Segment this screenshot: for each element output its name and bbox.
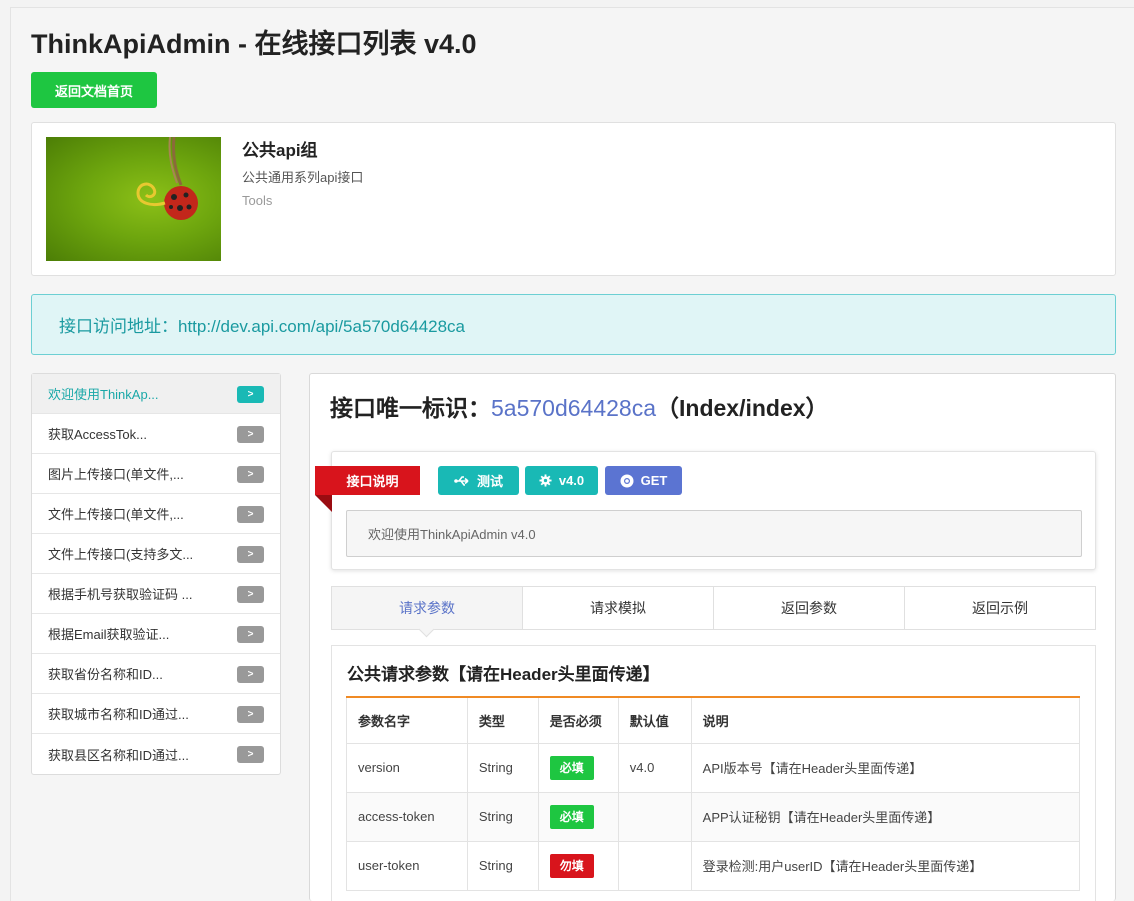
sidebar-item-label: 获取AccessTok... (48, 427, 147, 442)
param-required-cell: 勿填 (537, 840, 619, 891)
chevron-right-icon: > (237, 426, 264, 443)
chevron-right-icon: > (237, 586, 264, 603)
sidebar-item-label: 文件上传接口(单文件,... (48, 507, 184, 522)
param-name: user-token (346, 840, 468, 891)
sidebar-item[interactable]: 获取城市名称和ID通过... > (32, 694, 280, 734)
required-badge: 必填 (549, 755, 594, 780)
chevron-right-icon: > (237, 546, 264, 563)
sidebar-item-label: 获取省份名称和ID... (48, 667, 163, 682)
test-button-label: 测试 (476, 474, 503, 489)
column-header: 参数名字 (346, 696, 468, 744)
column-header: 默认值 (617, 696, 692, 744)
chevron-right-icon: > (237, 746, 264, 763)
tab-request-simulate[interactable]: 请求模拟 (523, 587, 714, 629)
api-url-bar: 接口访问地址：http://dev.api.com/api/5a570d6442… (31, 294, 1116, 355)
sidebar-item-label: 图片上传接口(单文件,... (48, 467, 184, 482)
param-type: String (466, 791, 539, 842)
sidebar-item[interactable]: 欢迎使用ThinkAp... > (32, 374, 280, 414)
api-description-card: 接口说明 测试 v4.0 GET 欢迎使用ThinkApiAdmin v4.0 (315, 451, 1096, 570)
tab-response-params[interactable]: 返回参数 (714, 587, 905, 629)
chevron-right-icon: > (237, 506, 264, 523)
chevron-right-icon: > (237, 626, 264, 643)
param-desc: API版本号【请在Header头里面传递】 (690, 742, 1081, 793)
param-type: String (466, 742, 539, 793)
sidebar-item[interactable]: 根据手机号获取验证码 ... > (32, 574, 280, 614)
required-badge: 必填 (549, 804, 594, 829)
param-required-cell: 必填 (537, 742, 619, 793)
api-description-ribbon: 接口说明 (315, 466, 420, 495)
sidebar-item[interactable]: 获取AccessTok... > (32, 414, 280, 454)
ribbon-fold (315, 495, 332, 512)
chevron-right-icon: > (237, 706, 264, 723)
ladybug-illustration (136, 137, 198, 220)
param-required-cell: 必填 (537, 791, 619, 842)
sidebar-item-label: 根据Email获取验证... (48, 627, 170, 642)
request-params-panel: 公共请求参数【请在Header头里面传递】 参数名字 类型 是否必须 默认值 说… (331, 645, 1096, 901)
api-detail-panel: 接口唯一标识：5a570d64428ca（Index/index） 接口说明 测… (309, 373, 1116, 901)
version-badge[interactable]: v4.0 (525, 466, 598, 495)
param-default (617, 840, 692, 891)
sidebar-item-label: 获取县区名称和ID通过... (48, 747, 189, 763)
param-tabs: 请求参数 请求模拟 返回参数 返回示例 (331, 586, 1096, 630)
group-image (46, 137, 221, 261)
param-default: v4.0 (617, 742, 692, 793)
api-id-label: 接口唯一标识： (330, 395, 491, 421)
group-tag: Tools (242, 193, 273, 208)
optional-badge: 勿填 (549, 853, 594, 878)
sidebar-item[interactable]: 图片上传接口(单文件,... > (32, 454, 280, 494)
chevron-right-icon: > (237, 666, 264, 683)
group-card: 公共api组 公共通用系列api接口 Tools (31, 122, 1116, 276)
param-desc: APP认证秘钥【请在Header头里面传递】 (690, 791, 1081, 842)
column-header: 是否必须 (537, 696, 619, 744)
param-type: String (466, 840, 539, 891)
params-title: 公共请求参数【请在Header头里面传递】 (347, 665, 660, 684)
sidebar-item[interactable]: 文件上传接口(单文件,... > (32, 494, 280, 534)
param-name: version (346, 742, 468, 793)
api-identifier: 接口唯一标识：5a570d64428ca（Index/index） (330, 389, 829, 423)
group-description: 公共通用系列api接口 (242, 170, 364, 185)
param-desc: 登录检测:用户userID【请在Header头里面传递】 (690, 840, 1081, 891)
back-to-docs-button[interactable]: 返回文档首页 (31, 72, 157, 108)
test-button[interactable]: 测试 (438, 466, 519, 495)
chevron-right-icon: > (237, 386, 264, 403)
column-header: 说明 (690, 696, 1081, 744)
sidebar-item-label: 根据手机号获取验证码 ... (48, 587, 193, 602)
api-id-hash: 5a570d64428ca (491, 395, 656, 421)
column-header: 类型 (466, 696, 539, 744)
sidebar-item[interactable]: 获取县区名称和ID通过... > (32, 734, 280, 774)
tab-response-example[interactable]: 返回示例 (905, 587, 1095, 629)
api-sidebar: 欢迎使用ThinkAp... > 获取AccessTok... > 图片上传接口… (31, 373, 281, 775)
sidebar-item-label: 获取城市名称和ID通过... (48, 707, 189, 722)
sidebar-item[interactable]: 文件上传接口(支持多文... > (32, 534, 280, 574)
api-description-text: 欢迎使用ThinkApiAdmin v4.0 (346, 510, 1082, 557)
chevron-right-icon: > (237, 466, 264, 483)
sidebar-item-label: 欢迎使用ThinkAp... (48, 387, 159, 402)
tab-request-params[interactable]: 请求参数 (332, 587, 523, 629)
group-name: 公共api组 (242, 141, 318, 160)
sidebar-item-label: 文件上传接口(支持多文... (48, 547, 194, 562)
usb-icon (454, 475, 469, 486)
page-title: ThinkApiAdmin - 在线接口列表 v4.0 (31, 29, 477, 59)
api-route: （Index/index） (656, 395, 829, 421)
param-default (617, 791, 692, 842)
sidebar-item[interactable]: 获取省份名称和ID... > (32, 654, 280, 694)
param-name: access-token (346, 791, 468, 842)
method-badge[interactable]: GET (605, 466, 682, 495)
params-table: 参数名字 类型 是否必须 默认值 说明 version String 必填 v4… (346, 696, 1081, 891)
chrome-icon (620, 474, 634, 487)
table-row: version String 必填 v4.0 API版本号【请在Header头里… (346, 742, 1081, 793)
gear-icon (539, 474, 552, 487)
method-label: GET (640, 473, 668, 488)
table-header-row: 参数名字 类型 是否必须 默认值 说明 (346, 696, 1081, 744)
sidebar-item[interactable]: 根据Email获取验证... > (32, 614, 280, 654)
table-row: user-token String 勿填 登录检测:用户userID【请在Hea… (346, 840, 1081, 891)
table-row: access-token String 必填 APP认证秘钥【请在Header头… (346, 791, 1081, 842)
version-label: v4.0 (558, 473, 585, 488)
